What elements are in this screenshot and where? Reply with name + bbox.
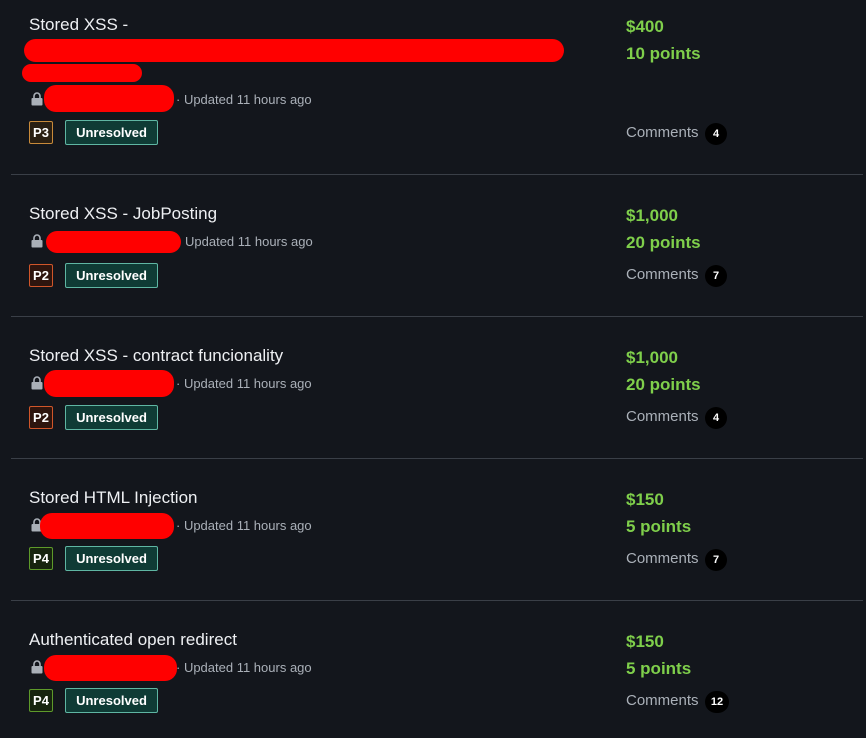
- divider: [11, 458, 863, 459]
- redacted-reporter: [46, 231, 181, 253]
- report-title[interactable]: Stored XSS -: [29, 14, 128, 36]
- divider: [11, 600, 863, 601]
- comments-link[interactable]: Comments: [626, 407, 699, 427]
- report-title[interactable]: Stored XSS - contract funcionality: [29, 345, 283, 367]
- redacted-title-line-1: [24, 39, 564, 62]
- status-badge: Unresolved: [65, 263, 158, 288]
- priority-badge: P4: [29, 547, 53, 570]
- comments-link[interactable]: Comments: [626, 549, 699, 569]
- report-list: Stored XSS - · Updated 11 hours ago P3 U…: [0, 0, 866, 738]
- comments-link[interactable]: Comments: [626, 123, 699, 143]
- updated-text: · Updated 11 hours ago: [176, 660, 312, 675]
- comments-link[interactable]: Comments: [626, 265, 699, 285]
- redacted-reporter: [44, 85, 174, 112]
- bounty-amount: $400: [626, 17, 664, 36]
- bounty-amount: $1,000: [626, 348, 678, 367]
- report-title[interactable]: Stored XSS - JobPosting: [29, 203, 217, 225]
- priority-badge: P4: [29, 689, 53, 712]
- divider: [11, 316, 863, 317]
- points-amount: 20 points: [626, 375, 701, 394]
- priority-badge: P3: [29, 121, 53, 144]
- bounty-amount: $150: [626, 490, 664, 509]
- status-badge: Unresolved: [65, 688, 158, 713]
- points-amount: 10 points: [626, 44, 701, 63]
- comments-link[interactable]: Comments: [626, 691, 699, 711]
- redacted-reporter: [40, 513, 174, 539]
- status-badge: Unresolved: [65, 405, 158, 430]
- redacted-title-line-2: [22, 64, 142, 82]
- bounty-amount: $1,000: [626, 206, 678, 225]
- updated-text: · Updated 11 hours ago: [176, 376, 312, 391]
- lock-icon: [31, 376, 43, 390]
- report-title[interactable]: Stored HTML Injection: [29, 487, 198, 509]
- redacted-reporter: [44, 370, 174, 397]
- priority-badge: P2: [29, 264, 53, 287]
- divider: [11, 174, 863, 175]
- comments-count-badge: 4: [705, 407, 727, 429]
- updated-text: · Updated 11 hours ago: [176, 92, 312, 107]
- points-amount: 20 points: [626, 233, 701, 252]
- priority-badge: P2: [29, 406, 53, 429]
- lock-icon: [31, 92, 43, 106]
- lock-icon: [31, 660, 43, 674]
- comments-count-badge: 7: [705, 549, 727, 571]
- redacted-reporter: [44, 655, 177, 681]
- points-amount: 5 points: [626, 517, 692, 536]
- comments-count-badge: 7: [705, 265, 727, 287]
- comments-count-badge: 4: [705, 123, 727, 145]
- comments-count-badge: 12: [705, 691, 729, 713]
- updated-text: · Updated 11 hours ago: [176, 518, 312, 533]
- status-badge: Unresolved: [65, 546, 158, 571]
- updated-text: Updated 11 hours ago: [185, 234, 313, 249]
- status-badge: Unresolved: [65, 120, 158, 145]
- report-title[interactable]: Authenticated open redirect: [29, 629, 237, 651]
- points-amount: 5 points: [626, 659, 692, 678]
- lock-icon: [31, 234, 43, 248]
- bounty-amount: $150: [626, 632, 664, 651]
